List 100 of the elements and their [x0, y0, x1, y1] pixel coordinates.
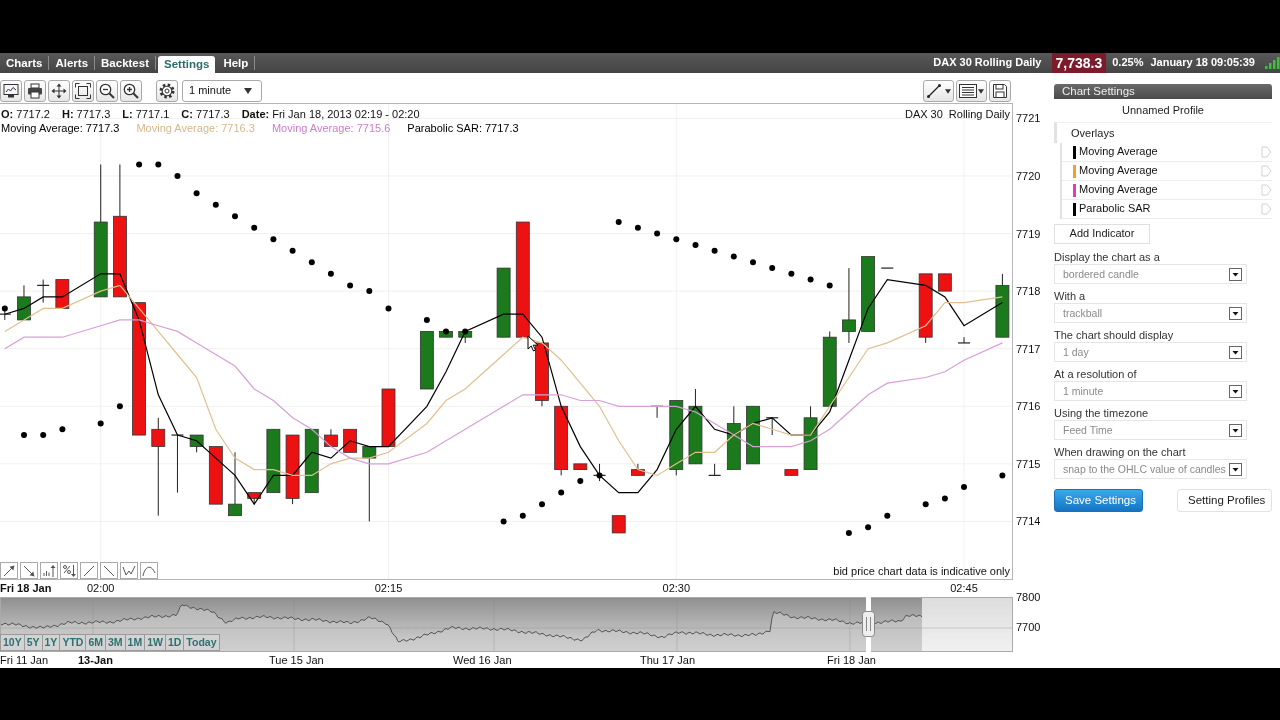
indicator-dot: [385, 305, 392, 312]
range-button[interactable]: 6M: [85, 634, 106, 651]
legend-label: Moving Average: 7717.3: [1, 121, 120, 135]
indicator-dot: [347, 282, 354, 289]
save-button[interactable]: [989, 80, 1011, 102]
field-label: The chart should display: [1054, 329, 1175, 342]
date-label: Fri 11 Jan: [0, 654, 49, 667]
indicator-dot: [174, 173, 181, 179]
dropdown-field[interactable]: trackball: [1054, 303, 1247, 323]
readout-text: Date: Fri Jan 18, 2013 02:19 - 02:20: [241, 107, 420, 121]
axis-label: 7715: [1016, 456, 1041, 471]
add-indicator-button[interactable]: Add Indicator: [1054, 224, 1150, 244]
indicator-dot: [730, 253, 737, 260]
nav-tab[interactable]: Alerts: [49, 56, 96, 70]
overlay-item[interactable]: Moving Average: [1079, 183, 1261, 197]
monitor-chart-icon: [3, 83, 19, 99]
legend-label: Parabolic SAR: 7717.3: [407, 121, 519, 135]
date-label: Wed 16 Jan: [453, 654, 512, 667]
dropdown-icon: [1229, 423, 1242, 437]
range-button[interactable]: Today: [183, 634, 220, 651]
indicator-dot: [692, 242, 699, 249]
tab-arrow-icon: [1261, 184, 1272, 196]
cursor-icon: [527, 335, 539, 352]
dropdown-icon: [1229, 384, 1242, 398]
axis-label: 7800: [1016, 591, 1041, 604]
range-handle[interactable]: [862, 597, 875, 652]
indicator-dot: [865, 524, 872, 531]
indicator-dot: [577, 478, 584, 485]
nav-tab[interactable]: Backtest: [95, 56, 156, 70]
interval-dropdown[interactable]: 1 minute: [182, 80, 262, 102]
draw-line-button[interactable]: [923, 80, 954, 102]
overlay-item[interactable]: Parabolic SAR: [1079, 202, 1261, 216]
readout-text: L: 7717.1: [122, 107, 170, 121]
settings-button[interactable]: [156, 80, 178, 102]
indicator-dot: [136, 161, 143, 168]
zoom-in-button[interactable]: [120, 80, 142, 102]
fit-button[interactable]: [72, 80, 94, 102]
overlays-tab[interactable]: Overlays: [1054, 122, 1272, 143]
legend-label: Moving Average: 7715.6: [271, 121, 391, 135]
readout-text: H: 7717.3: [61, 107, 111, 121]
indicator-dot: [462, 328, 469, 335]
dropdown-field[interactable]: snap to the OHLC value of candles: [1054, 459, 1247, 479]
drawing-tool-button[interactable]: [20, 562, 38, 579]
indicator-dot: [615, 219, 622, 225]
print-button[interactable]: [24, 80, 46, 102]
signal-icon: [1265, 57, 1280, 69]
settings-icon: [159, 83, 175, 99]
overlay-item[interactable]: Moving Average: [1079, 164, 1261, 178]
range-button[interactable]: 1W: [144, 634, 166, 651]
disclaimer-text: bid price chart data is indicative only: [833, 564, 1010, 578]
nav-tab[interactable]: Charts: [0, 56, 50, 70]
indicator-dot: [884, 512, 891, 519]
pan-button[interactable]: [48, 80, 70, 102]
dropdown-icon: [1229, 267, 1242, 281]
indicator-dot: [270, 236, 277, 243]
dropdown-field[interactable]: 1 day: [1054, 342, 1247, 362]
indicator-dot: [807, 276, 814, 283]
dropdown-field[interactable]: 1 minute: [1054, 381, 1247, 401]
dropdown-field[interactable]: bordered candle: [1054, 264, 1247, 284]
range-button[interactable]: 3M: [104, 634, 126, 651]
indicator-dot: [788, 270, 795, 277]
zoom-in-icon: [123, 83, 139, 99]
move-arrows-icon: [51, 83, 67, 99]
drawing-tool-button[interactable]: [120, 562, 138, 579]
printer-icon: [27, 83, 43, 99]
arrow-down-right-icon: [22, 563, 36, 578]
dropdown-icon: [1229, 462, 1242, 476]
indicator-dot: [59, 426, 66, 433]
drawing-tool-button[interactable]: [80, 562, 98, 579]
caret-icon: [244, 88, 252, 94]
tab-arrow-icon: [1261, 146, 1272, 158]
change-percent: 0.25%: [1112, 56, 1144, 70]
axis-label: 7717: [1016, 341, 1041, 356]
range-button[interactable]: 10Y: [0, 634, 25, 651]
zoom-out-button[interactable]: [96, 80, 118, 102]
dropdown-field[interactable]: Feed Time: [1054, 420, 1247, 440]
drawing-tool-button[interactable]: [140, 562, 158, 579]
nav-tab[interactable]: Settings: [158, 56, 216, 73]
axis-label: 7714: [1016, 514, 1041, 529]
indicator-dot: [961, 483, 967, 490]
drawing-tool-button[interactable]: [0, 562, 18, 579]
drawing-tool-button[interactable]: [100, 562, 118, 579]
date-label: Fri 18 Jan: [0, 582, 52, 595]
drawing-tool-button[interactable]: [60, 562, 78, 579]
chart-subtitle: Rolling Daily: [948, 107, 1010, 121]
range-button[interactable]: YTD: [59, 634, 87, 651]
field-label: At a resolution of: [1054, 368, 1138, 381]
indicator-dot: [251, 224, 258, 231]
nav-tab[interactable]: Help: [217, 56, 256, 70]
instrument-name: DAX 30 Rolling Daily: [933, 56, 1042, 70]
indicator-dot: [634, 224, 641, 231]
overlay-item[interactable]: Moving Average: [1079, 145, 1261, 159]
drawing-tool-button[interactable]: [40, 562, 58, 579]
field-label: Using the timezone: [1054, 407, 1150, 420]
date-label: Fri 18 Jan: [827, 654, 876, 667]
indicator-dot: [941, 495, 948, 502]
chart-view-button[interactable]: [0, 80, 22, 102]
menu-button[interactable]: [956, 80, 987, 102]
profiles-button[interactable]: Setting Profiles: [1177, 489, 1272, 512]
save-settings-button[interactable]: Save Settings: [1054, 489, 1143, 512]
